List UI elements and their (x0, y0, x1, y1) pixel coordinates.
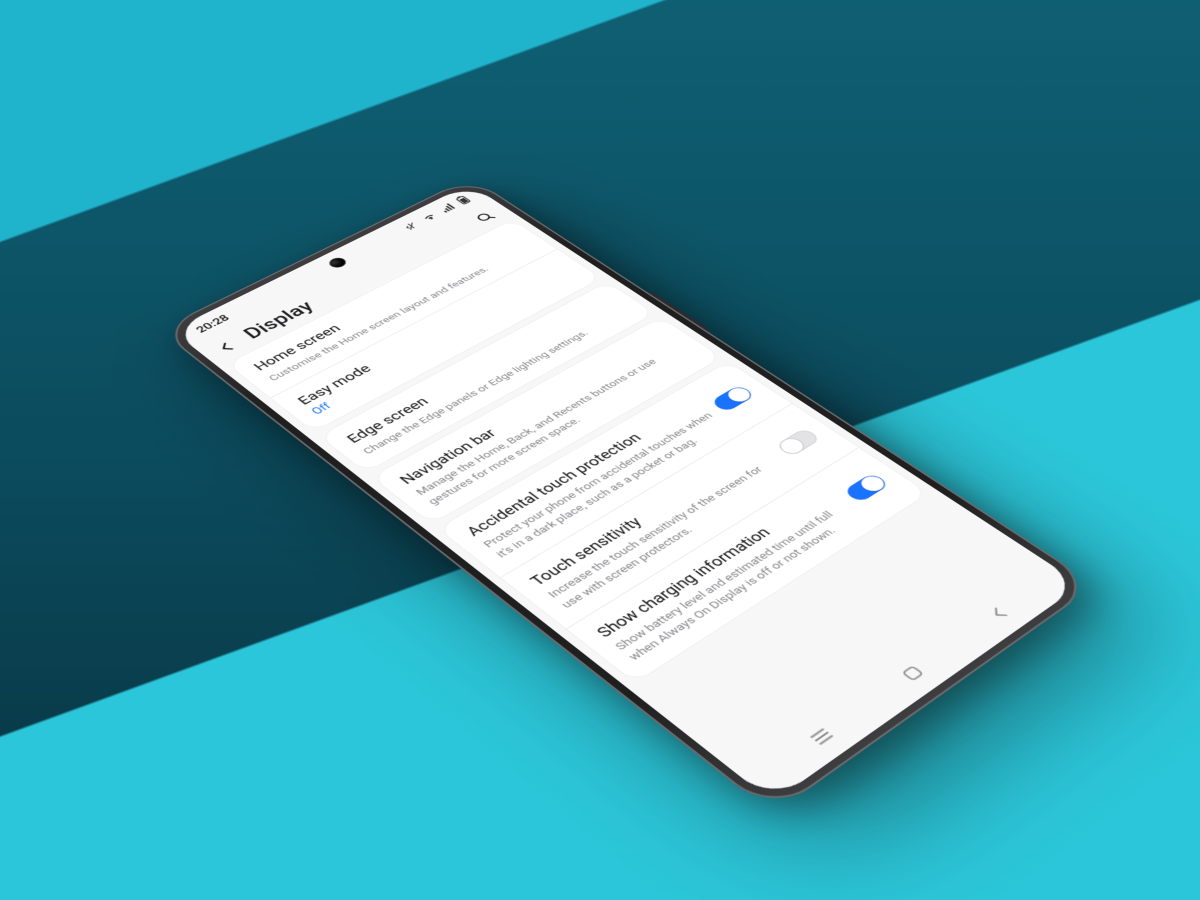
wifi-icon (419, 211, 439, 223)
settings-row-subtitle: Show battery level and estimated time un… (611, 500, 865, 664)
phone-frame: 20:28 (158, 177, 1096, 814)
recents-icon (804, 724, 839, 750)
search-icon (471, 209, 499, 225)
settings-toggle[interactable] (710, 384, 756, 412)
toggle-knob (776, 436, 807, 456)
toggle-knob (724, 385, 754, 404)
settings-row-text: Touch sensitivityIncrease the touch sens… (527, 441, 797, 611)
settings-row-title: Touch sensitivity (527, 441, 769, 589)
nav-recents-button[interactable] (804, 724, 839, 750)
settings-toggle[interactable] (842, 472, 889, 503)
back-icon (982, 602, 1016, 625)
battery-icon (454, 195, 472, 206)
screen: 20:28 (171, 184, 1081, 802)
nav-back-button[interactable] (982, 602, 1016, 625)
home-icon (896, 661, 930, 685)
settings-row[interactable]: Show charging informationShow battery le… (566, 447, 928, 682)
wallpaper: 20:28 (0, 0, 1200, 900)
mute-icon (401, 220, 420, 231)
toggle-knob (857, 473, 889, 494)
settings-row-text: Show charging informationShow battery le… (593, 487, 866, 664)
settings-row-title: Show charging information (593, 487, 837, 642)
settings-toggle[interactable] (775, 428, 822, 457)
settings-row-subtitle: Increase the touch sensitivity of the sc… (544, 454, 797, 612)
chevron-left-icon (211, 338, 240, 356)
signal-icon (438, 203, 457, 214)
system-nav-bar (731, 557, 1082, 802)
nav-home-button[interactable] (896, 661, 930, 685)
